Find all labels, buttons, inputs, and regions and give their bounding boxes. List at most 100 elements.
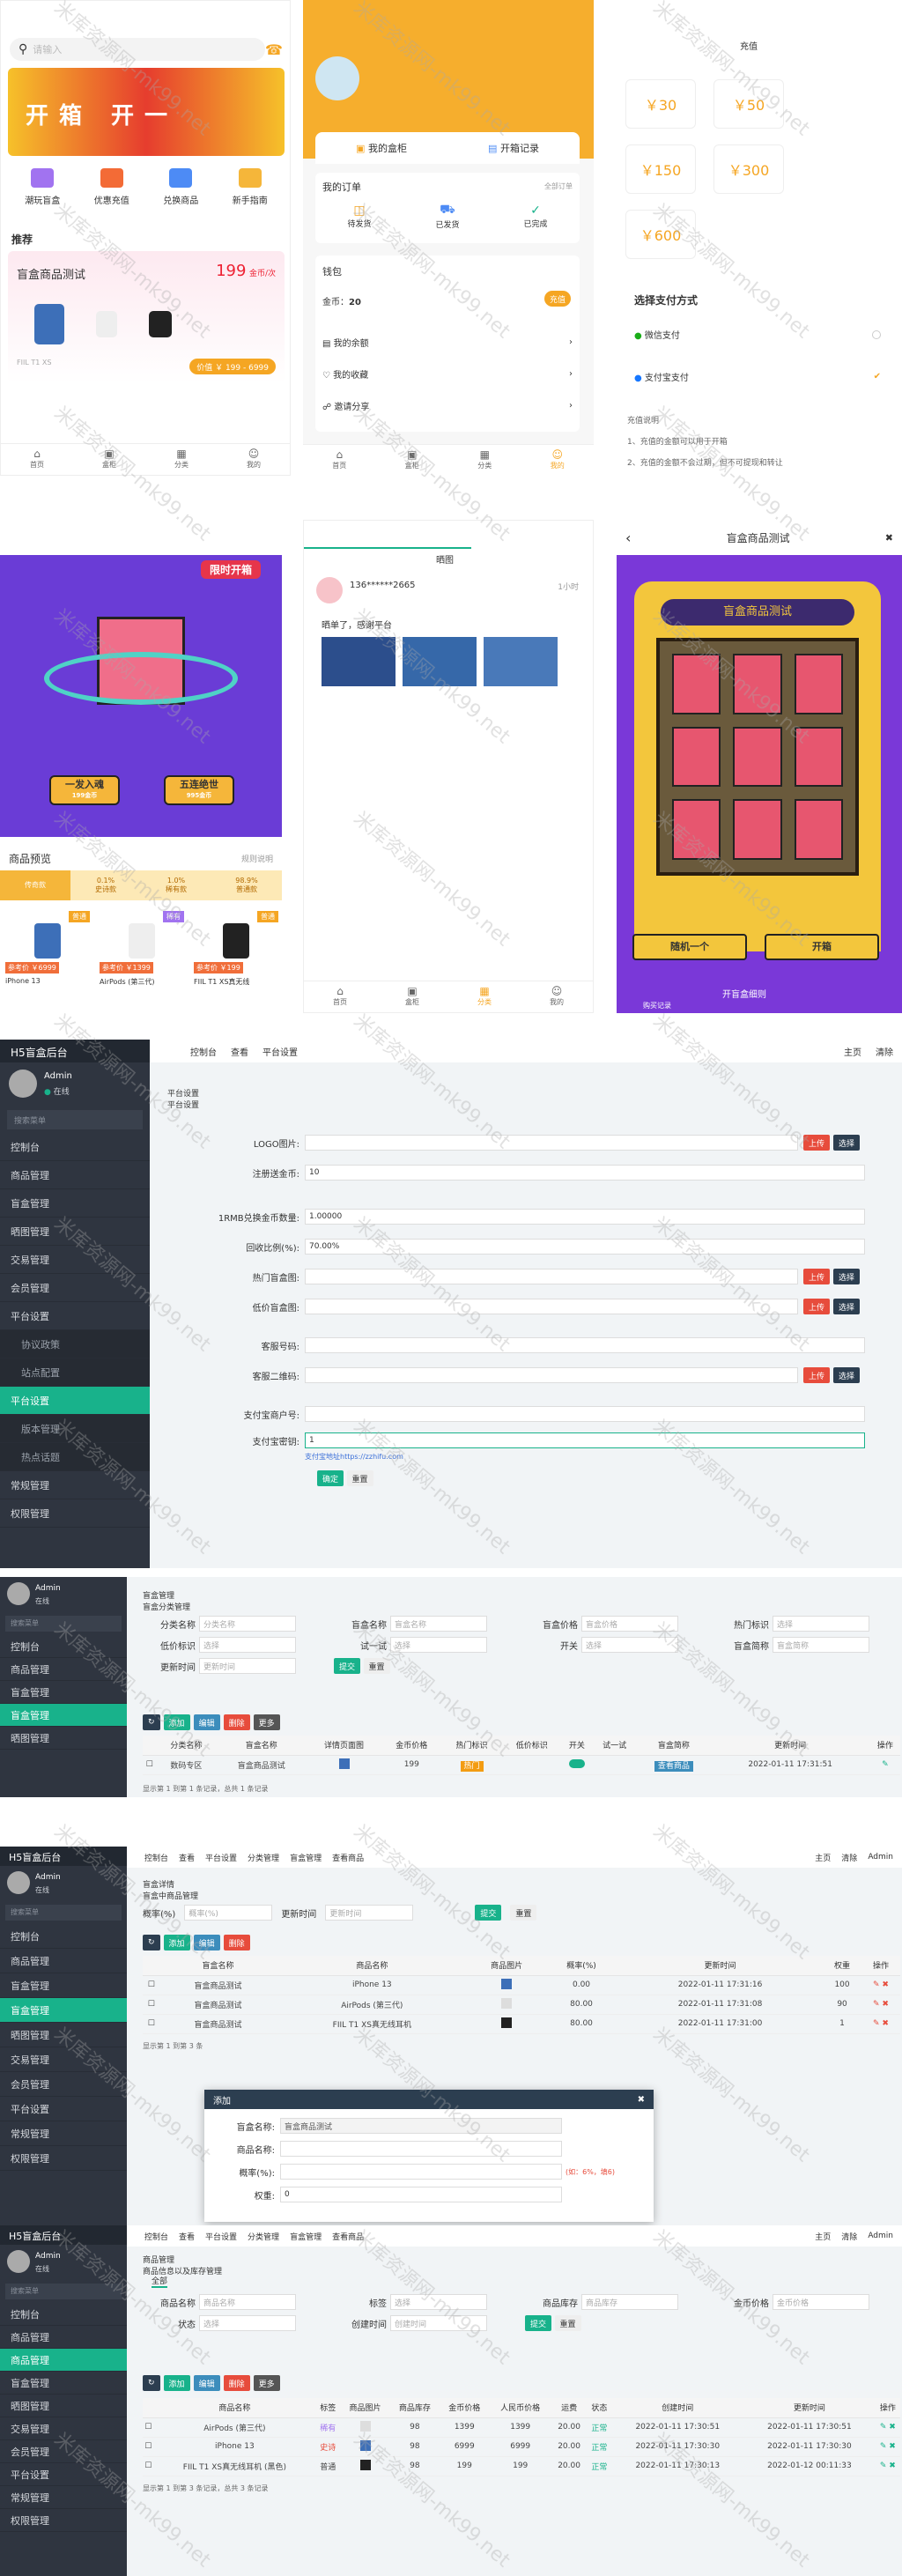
box-item[interactable] <box>672 799 721 860</box>
submit-button[interactable]: 确定 <box>317 1470 344 1486</box>
open-five-button[interactable]: 五连绝世 995金币 <box>164 775 234 805</box>
nav-blind-box[interactable]: 潮玩盲盒 <box>11 168 73 206</box>
tab-box[interactable]: ▣ 盒柜 <box>73 444 145 475</box>
product-card[interactable]: 盲盒商品测试 199 金币/次 FIIL T1 XS 价值 ￥ 199 - 69… <box>8 251 285 383</box>
close-icon[interactable]: ✖ <box>885 532 893 544</box>
menu-policy[interactable]: 协议政策 <box>0 1330 150 1358</box>
menu-version[interactable]: 版本管理 <box>0 1415 150 1443</box>
tab-my-box[interactable]: ▣ 我的盒柜 <box>315 141 447 155</box>
tab-mine[interactable]: ☺ 我的 <box>218 444 290 475</box>
tab-mine[interactable]: ☺ 我的 <box>521 445 595 476</box>
all-orders-link[interactable]: 全部订单 <box>544 181 573 191</box>
pay-alipay[interactable]: ● 支付宝支付 ✔ <box>634 370 881 383</box>
photo[interactable] <box>322 637 396 686</box>
avatar[interactable] <box>315 56 359 100</box>
amount-300[interactable]: ￥300 <box>713 144 784 194</box>
menu-trade[interactable]: 交易管理 <box>0 1246 150 1274</box>
menu-auth[interactable]: 权限管理 <box>0 1499 150 1528</box>
tab-category[interactable]: ▦ 分类 <box>448 445 521 476</box>
tab-box[interactable]: ▣ 盒柜 <box>376 981 448 1012</box>
amount-30[interactable]: ￥30 <box>625 79 696 129</box>
table-row[interactable]: ☐ 盲盒商品测试 iPhone 13 0.00 2022-01-11 17:31:16 1… <box>143 1975 900 1995</box>
tab-home[interactable]: ⌂ 首页 <box>303 445 376 476</box>
amount-600[interactable]: ￥600 <box>625 210 696 259</box>
menu-platform-settings[interactable]: 平台设置 <box>0 1387 150 1415</box>
tab-view[interactable]: 查看 <box>231 1045 248 1058</box>
box-item[interactable] <box>794 654 843 714</box>
clear-link[interactable]: 清除 <box>876 1045 893 1058</box>
open-button[interactable]: 开箱 <box>765 934 879 960</box>
recharge-button[interactable]: 充值 <box>543 291 571 307</box>
tab-settings[interactable]: 平台设置 <box>262 1045 298 1058</box>
banner[interactable]: 开箱 开一 <box>8 68 285 156</box>
product-item[interactable]: 普通 参考价 ￥199 FIIL T1 XS真无线 <box>194 911 278 999</box>
nav-exchange[interactable]: 兑换商品 <box>150 168 211 206</box>
box-item[interactable] <box>733 799 782 860</box>
upload-button[interactable]: 上传 <box>803 1135 831 1151</box>
menu-general[interactable]: 常规管理 <box>0 1471 150 1499</box>
table-row[interactable]: ☐ 数码专区 盲盒商品测试 199 热门 查看商品 2022-01-11 17:31:51 ✎ <box>143 1755 900 1775</box>
table-row[interactable]: ☐ iPhone 13 史诗 98 6999 6999 20.00 正常 2022-01-11 … <box>143 2437 900 2457</box>
rule-link[interactable]: 规则说明 <box>241 853 273 864</box>
menu-platform[interactable]: 平台设置 <box>0 1302 150 1330</box>
table-row[interactable]: ☐ 盲盒商品测试 FIIL T1 XS真无线耳机 80.00 2022-01-11 17… <box>143 2014 900 2034</box>
product-item[interactable]: 普通 参考价 ￥6999 iPhone 13 <box>5 911 90 999</box>
tab-mine[interactable]: ☺ 我的 <box>521 981 593 1012</box>
upload-button[interactable]: 上传 <box>803 1299 831 1314</box>
box-item[interactable] <box>672 726 721 788</box>
menu-goods[interactable]: 商品管理 <box>0 1161 150 1189</box>
logo-input[interactable] <box>305 1135 798 1151</box>
tab-home[interactable]: ⌂ 首页 <box>1 444 73 475</box>
order-pending[interactable]: ◫ 待发货 <box>347 204 371 229</box>
menu-site[interactable]: 站点配置 <box>0 1358 150 1387</box>
box-item[interactable] <box>733 726 782 788</box>
more-button[interactable]: 更多 <box>253 1714 280 1730</box>
order-done[interactable]: ✓ 已完成 <box>523 204 547 229</box>
nav-recharge[interactable]: 优惠充值 <box>81 168 143 206</box>
random-button[interactable]: 随机一个 <box>632 934 747 960</box>
tab-home[interactable]: ⌂ 首页 <box>304 981 376 1012</box>
photo[interactable] <box>403 637 477 686</box>
tab-dashboard[interactable]: 控制台 <box>190 1045 217 1058</box>
order-shipped[interactable]: ⛟ 已发货 <box>435 203 459 230</box>
menu-boxes[interactable]: 盲盒管理 <box>0 1189 150 1218</box>
pay-wechat[interactable]: ● 微信支付 <box>634 328 881 341</box>
edit-button[interactable]: 编辑 <box>193 1714 220 1730</box>
upload-button[interactable]: 上传 <box>803 1269 831 1284</box>
home-link[interactable]: 主页 <box>844 1045 861 1058</box>
box-item[interactable] <box>733 654 782 714</box>
headset-icon[interactable]: ☎ <box>265 41 283 58</box>
product-item[interactable]: 稀有 参考价 ￥1399 AirPods (第三代) <box>100 911 184 999</box>
menu-topics[interactable]: 热点话题 <box>0 1443 150 1471</box>
back-icon[interactable]: ‹ <box>625 529 631 546</box>
box-item[interactable] <box>794 799 843 860</box>
tab-category[interactable]: ▦ 分类 <box>145 444 218 475</box>
recharge-tab[interactable]: 充值 <box>740 39 758 52</box>
tab-box[interactable]: ▣ 盒柜 <box>376 445 449 476</box>
delete-button[interactable]: 删除 <box>223 1714 250 1730</box>
search-input[interactable]: 请输入 <box>33 42 62 56</box>
nav-guide[interactable]: 新手指南 <box>219 168 281 206</box>
toggle[interactable] <box>568 1758 585 1768</box>
menu-dashboard[interactable]: 控制台 <box>0 1133 150 1161</box>
open-one-button[interactable]: 一发入魂 199金币 <box>49 775 120 805</box>
menu-favorites[interactable]: ♡ 我的收藏 › <box>322 361 573 386</box>
tab-open-record[interactable]: ▤ 开箱记录 <box>447 141 580 155</box>
menu-search[interactable]: 搜索菜单 <box>7 1110 143 1129</box>
tab-category[interactable]: ▦ 分类 <box>448 981 521 1012</box>
table-row[interactable]: ☐ FIIL T1 XS真无线耳机 (黑色) 普通 98 199 199 20.00 正常 20… <box>143 2456 900 2476</box>
reset-button[interactable]: 重置 <box>346 1470 373 1486</box>
menu-show[interactable]: 晒图管理 <box>0 1218 150 1246</box>
photo[interactable] <box>484 637 558 686</box>
close-icon[interactable]: ✖ <box>638 2095 645 2105</box>
table-row[interactable]: ☐ 盲盒商品测试 AirPods (第三代) 80.00 2022-01-11 17:3… <box>143 1995 900 2015</box>
tab-all[interactable]: 全部 <box>152 2275 168 2288</box>
amount-50[interactable]: ￥50 <box>713 79 784 129</box>
refresh-button[interactable]: ↻ <box>143 1714 160 1730</box>
menu-share[interactable]: ☍ 邀请分享 › <box>322 393 573 418</box>
add-button[interactable]: 添加 <box>163 1714 190 1730</box>
box-item[interactable] <box>672 654 721 714</box>
table-row[interactable]: ☐ AirPods (第三代) 稀有 98 1399 1399 20.00 正常 2022-01… <box>143 2417 900 2438</box>
menu-balance[interactable]: ▤ 我的余额 › <box>322 329 573 354</box>
amount-150[interactable]: ￥150 <box>625 144 696 194</box>
